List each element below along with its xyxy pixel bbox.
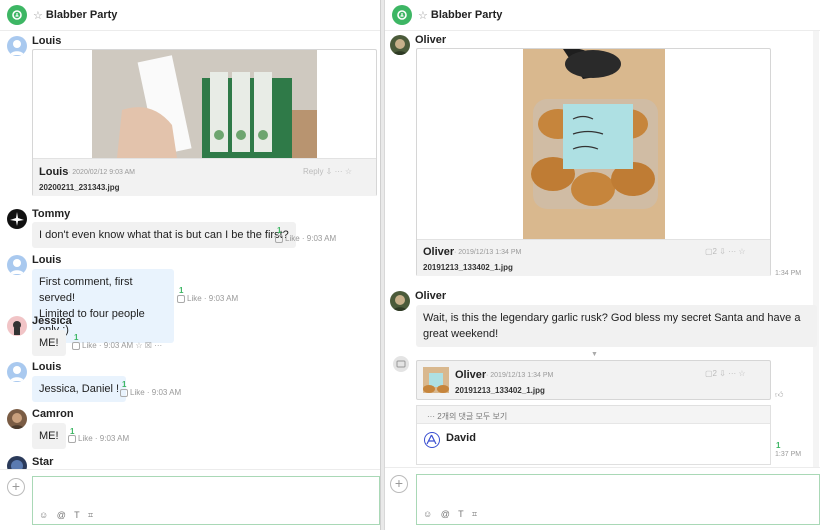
sender-name[interactable]: David [446,432,476,444]
like-icon[interactable]: 👍︎ [775,390,783,400]
message-input[interactable]: ☺ @ T ⌗ [32,476,380,525]
message-meta[interactable]: Like · 9:03 AM [120,388,181,397]
view-all-replies-link[interactable]: ··· 2개의 댓글 모두 보기 [427,411,507,422]
attachment-image[interactable] [92,50,317,158]
attachment-date: · 2019/12/13 1:34 PM [486,372,554,379]
attachment-thumbnail[interactable] [423,367,449,393]
message-time: 1:34 PM [775,270,802,277]
left-chat-pane: ☆ Blabber Party Louis Louis · 2020/02/12… [0,0,381,530]
attachment-image[interactable] [523,49,665,239]
favorite-star-icon[interactable]: ☆ [418,9,428,22]
avatar[interactable] [424,432,440,448]
attachment-tools[interactable]: ▢2 ⇩ ··· ☆ [705,247,746,256]
add-attachment-icon[interactable]: + [7,478,25,496]
image-attachment-card[interactable]: Louis · 2020/02/12 9:03 AM Reply ⇩ ··· ☆… [32,49,377,196]
reply-item: David [417,423,770,464]
avatar[interactable] [390,35,410,55]
sender-name[interactable]: Louis [32,254,61,266]
sender-name[interactable]: Louis [32,35,61,47]
attachment-date: · 2020/02/12 9:03 AM [68,169,135,176]
meta-text: Like · 9:03 AM [187,294,239,303]
message-bubble[interactable]: Jessica, Daniel ! [32,376,127,402]
meta-text: Like · 9:03 AM [78,434,130,443]
sender-name[interactable]: Star [32,456,53,468]
message-bubble[interactable]: ME! [32,330,66,356]
attachment-filename[interactable]: 20191213_133402_1.jpg [455,386,545,395]
attachment-filename[interactable]: 20200211_231343.jpg [39,183,120,192]
sender-name[interactable]: Louis [32,361,61,373]
meta-text: Like · 9:03 AM ☆ ☒ ··· [82,341,163,350]
like-icon[interactable] [275,234,283,243]
message-meta[interactable]: Like · 9:03 AM [275,234,336,243]
message-bubble[interactable]: ME! [32,423,66,449]
message-time: 1:37 PM [775,451,802,458]
add-attachment-icon[interactable]: + [390,475,408,493]
attachment-author: Louis [39,166,69,178]
avatar[interactable] [7,409,27,429]
scrollbar[interactable] [813,31,819,471]
avatar[interactable] [7,316,27,336]
avatar[interactable] [7,362,27,382]
avatar[interactable] [7,209,27,229]
right-chat-pane: ☆ Blabber Party Oliver Oliver · 2019/12/… [384,0,820,530]
app-logo-icon [392,5,412,25]
composer-tools[interactable]: ☺ @ T ⌗ [39,510,96,521]
avatar[interactable] [7,36,27,56]
attachment-tools[interactable]: ▢2 ⇩ ··· ☆ [705,369,746,378]
message-bubble[interactable]: Wait, is this the legendary garlic rusk?… [416,305,817,347]
image-attachment-card[interactable]: Oliver · 2019/12/13 1:34 PM ▢2 ⇩ ··· ☆ 2… [416,48,771,276]
sender-name[interactable]: Jessica [32,315,72,327]
replies-section: ··· 2개의 댓글 모두 보기 David [416,405,771,465]
avatar[interactable] [390,291,410,311]
like-icon[interactable] [177,294,185,303]
chat-title: Blabber Party [430,9,503,21]
message-line: First comment, first served! [39,276,133,304]
composer-tools[interactable]: ☺ @ T ⌗ [423,509,480,520]
message-meta[interactable]: Like · 9:03 AM [68,434,129,443]
attachment-date: · 2019/12/13 1:34 PM [454,249,522,256]
meta-text: Like · 9:03 AM [285,234,337,243]
sender-name[interactable]: Camron [32,408,74,420]
attachment-author: Oliver [423,246,455,258]
app-logo-icon [7,5,27,25]
sender-name[interactable]: Oliver [415,290,446,302]
chat-header: ☆ Blabber Party [385,0,820,31]
like-count: 1 [776,441,781,450]
message-meta[interactable]: Like · 9:03 AM ☆ ☒ ··· [72,341,162,350]
quoted-attachment-card[interactable]: Oliver · 2019/12/13 1:34 PM ▢2 ⇩ ··· ☆ 2… [416,360,771,400]
avatar[interactable] [7,255,27,275]
like-icon[interactable] [72,341,80,350]
collapse-arrow-icon[interactable]: ▼ [591,351,598,358]
meta-text: Like · 9:03 AM [130,388,182,397]
sender-name[interactable]: Tommy [32,208,70,220]
favorite-star-icon[interactable]: ☆ [33,9,43,22]
message-input[interactable]: ☺ @ T ⌗ [416,474,820,525]
attachment-filename[interactable]: 20191213_133402_1.jpg [423,263,513,272]
chat-title: Blabber Party [45,9,118,21]
chat-header: ☆ Blabber Party [0,0,380,31]
like-icon[interactable] [120,388,128,397]
attachment-tools[interactable]: Reply ⇩ ··· ☆ [303,167,352,176]
attachment-author: Oliver [455,369,487,381]
thread-icon[interactable] [393,356,409,372]
message-bubble[interactable]: I don't even know what that is but can I… [32,222,296,248]
sender-name[interactable]: Oliver [415,34,446,46]
message-meta[interactable]: Like · 9:03 AM [177,294,238,303]
like-icon[interactable] [68,434,76,443]
